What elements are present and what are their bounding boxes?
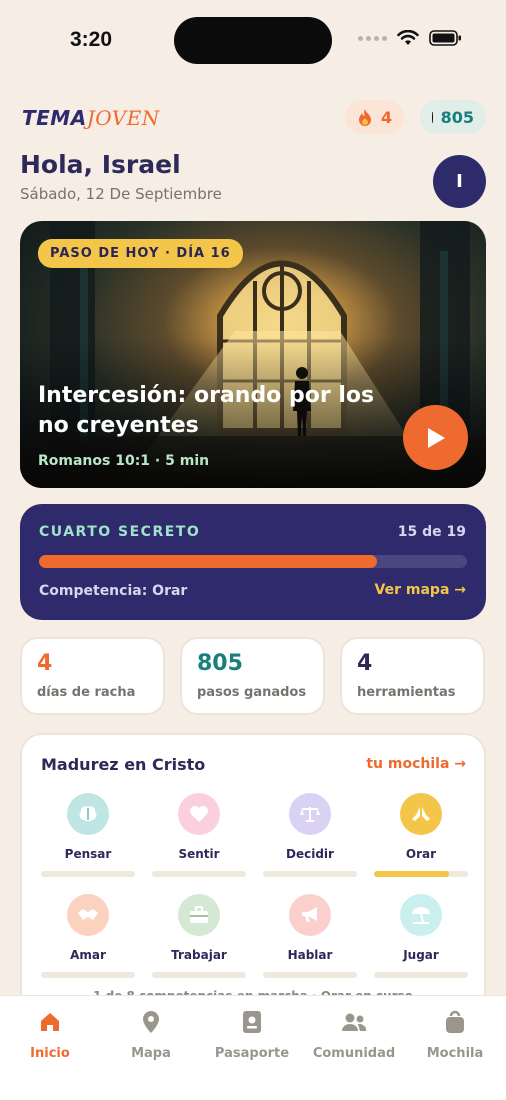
handshake-icon <box>67 894 109 936</box>
tab-label: Comunidad <box>312 1046 396 1061</box>
stat-value: 4 <box>357 651 373 676</box>
competency-jugar[interactable]: Jugar <box>374 894 468 978</box>
wifi-icon <box>397 30 419 45</box>
stat-card-streak: 4 días de racha <box>20 637 165 715</box>
app-logo: TEMAJOVEN <box>22 106 160 130</box>
app-header: TEMAJOVEN 4 805 <box>20 100 486 136</box>
daily-step-card[interactable]: PASO DE HOY · DÍA 16 Intercesión: orando… <box>20 221 486 488</box>
competency-pensar[interactable]: Pensar <box>41 793 135 877</box>
competency-name: Pensar <box>64 847 112 861</box>
competency-orar[interactable]: Orar <box>374 793 468 877</box>
signal-icon <box>358 35 387 41</box>
maturity-title: Madurez en Cristo <box>41 755 206 774</box>
maturity-card: Madurez en Cristo tu mochila → Pensar Se… <box>20 733 486 1033</box>
tab-mapa[interactable]: Mapa <box>101 1008 201 1061</box>
tab-label: Mochila <box>426 1046 484 1061</box>
progress-competency: Competencia: Orar <box>39 583 188 599</box>
greeting-title: Hola, Israel <box>20 150 181 179</box>
competency-decidir[interactable]: Decidir <box>263 793 357 877</box>
toolbox-icon <box>178 894 220 936</box>
play-button[interactable] <box>403 405 468 470</box>
competency-progress <box>41 871 135 877</box>
competency-name: Decidir <box>286 847 334 861</box>
competency-progress <box>263 871 357 877</box>
play-icon <box>427 427 445 448</box>
streak-pill[interactable]: 4 <box>345 100 405 134</box>
home-icon <box>41 1013 59 1031</box>
stat-card-steps: 805 pasos ganados <box>180 637 325 715</box>
competency-progress <box>41 972 135 978</box>
praying-hands-icon <box>400 793 442 835</box>
competency-name: Hablar <box>287 948 333 962</box>
stat-label: pasos ganados <box>197 685 307 700</box>
progress-count: 15 de 19 <box>397 524 466 540</box>
stat-label: días de racha <box>37 685 136 700</box>
competency-progress <box>374 871 468 877</box>
megaphone-icon <box>289 894 331 936</box>
competency-name: Trabajar <box>171 948 227 962</box>
scale-icon <box>289 793 331 835</box>
umbrella-beach-icon <box>400 894 442 936</box>
coins-pill[interactable]: 805 <box>420 100 486 134</box>
heart-icon <box>178 793 220 835</box>
status-time: 3:20 <box>70 28 113 51</box>
competency-progress <box>152 871 246 877</box>
tab-mochila[interactable]: Mochila <box>405 1008 505 1061</box>
secret-room-progress-card[interactable]: CUARTO SECRETO 15 de 19 Competencia: Ora… <box>20 504 486 620</box>
stat-card-tools: 4 herramientas <box>340 637 485 715</box>
stat-label: herramientas <box>357 685 456 700</box>
passport-icon <box>243 1011 261 1033</box>
battery-icon <box>429 30 461 46</box>
tab-comunidad[interactable]: Comunidad <box>304 1008 404 1061</box>
hero-title: Intercesión: orando por los no creyentes <box>38 383 375 438</box>
view-map-link[interactable]: Ver mapa → <box>375 582 466 598</box>
greeting-block: Hola, Israel Sábado, 12 De Septiembre <box>20 150 222 203</box>
fire-icon <box>359 109 371 126</box>
competency-name: Sentir <box>178 847 220 861</box>
coin-icon <box>432 111 433 123</box>
day-step-badge: PASO DE HOY · DÍA 16 <box>38 239 243 268</box>
brain-icon <box>67 793 109 835</box>
tab-label: Inicio <box>30 1046 70 1061</box>
stat-value: 4 <box>37 651 53 676</box>
competency-progress <box>263 972 357 978</box>
bottom-tab-bar: Inicio Mapa Pasaporte Comunidad Mochila <box>0 995 506 1100</box>
status-icons <box>358 30 462 46</box>
avatar[interactable]: I <box>433 155 486 208</box>
stat-value: 805 <box>197 651 243 676</box>
competency-progress-fill <box>374 871 450 877</box>
community-icon <box>342 1013 367 1031</box>
tab-inicio[interactable]: Inicio <box>0 1008 100 1061</box>
greeting-date: Sábado, 12 De Septiembre <box>20 185 222 203</box>
competency-trabajar[interactable]: Trabajar <box>152 894 246 978</box>
streak-count: 4 <box>381 107 393 127</box>
logo-part-joven: JOVEN <box>86 106 160 130</box>
progress-bar-fill <box>39 555 378 568</box>
tab-label: Mapa <box>131 1046 171 1061</box>
backpack-link[interactable]: tu mochila → <box>366 756 466 772</box>
tab-pasaporte[interactable]: Pasaporte <box>202 1008 302 1061</box>
competency-name: Orar <box>405 847 437 861</box>
status-bar: 3:20 <box>0 0 506 80</box>
logo-part-tema: TEMA <box>22 106 87 130</box>
map-pin-icon <box>143 1011 159 1033</box>
competency-name: Amar <box>70 948 106 962</box>
competency-sentir[interactable]: Sentir <box>152 793 246 877</box>
tab-label: Pasaporte <box>214 1046 290 1061</box>
backpack-icon <box>446 1010 464 1033</box>
competency-name: Jugar <box>403 948 439 962</box>
competency-progress <box>152 972 246 978</box>
competency-progress <box>374 972 468 978</box>
competency-amar[interactable]: Amar <box>41 894 135 978</box>
dynamic-island <box>174 17 332 64</box>
hero-reference: Romanos 10:1 · 5 min <box>38 453 210 469</box>
competency-hablar[interactable]: Hablar <box>263 894 357 978</box>
progress-title: CUARTO SECRETO <box>39 524 201 540</box>
progress-bar <box>39 555 467 568</box>
coins-count: 805 <box>440 107 474 127</box>
